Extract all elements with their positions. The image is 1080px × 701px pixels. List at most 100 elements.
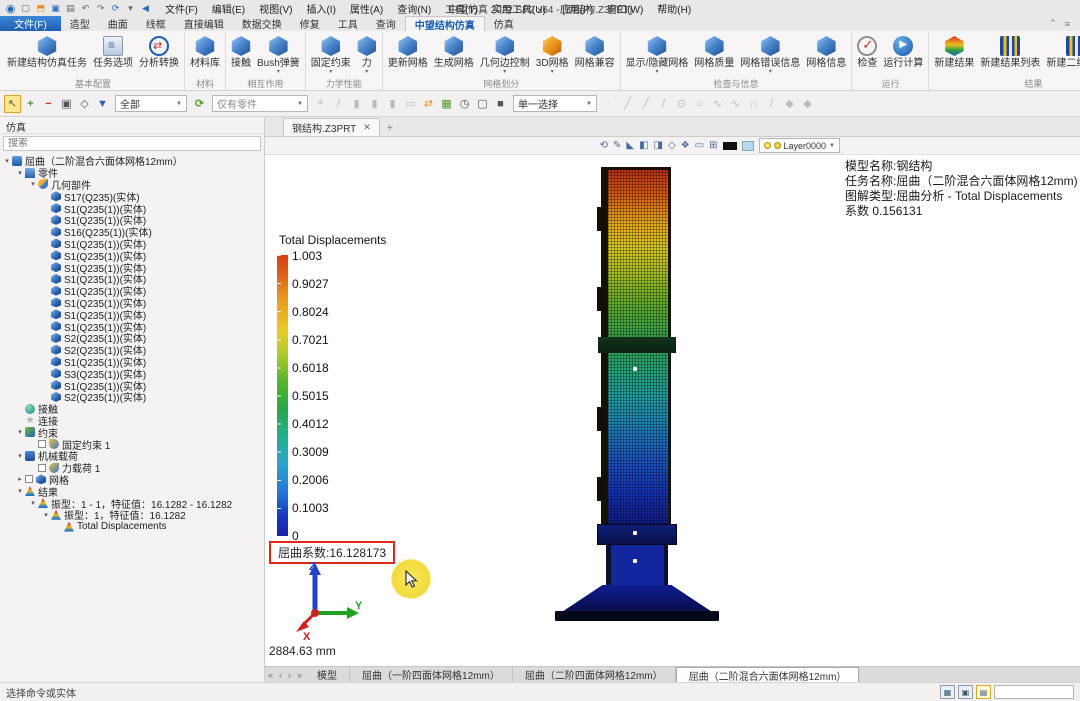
face-color-icon[interactable] bbox=[742, 141, 754, 151]
box-select-icon[interactable]: ▢ bbox=[474, 95, 491, 113]
sheet-filter-icon[interactable]: ▭ bbox=[402, 95, 419, 113]
new-doc-icon[interactable]: ▢ bbox=[19, 2, 32, 15]
expander-open-icon[interactable]: ▾ bbox=[15, 487, 25, 495]
expander-open-icon[interactable]: ▾ bbox=[15, 452, 25, 460]
ribbon-tab[interactable]: 工具 bbox=[329, 16, 367, 31]
ribbon-check-button[interactable]: 检查 bbox=[854, 33, 880, 69]
model-tab[interactable]: 屈曲（二阶混合六面体网格12mm） bbox=[676, 667, 860, 682]
document-tab[interactable]: 钢结构.Z3PRT ✕ bbox=[283, 118, 380, 136]
image-export-icon[interactable]: ▦ bbox=[438, 95, 455, 113]
swap-folder-icon[interactable]: ⇄ bbox=[420, 95, 437, 113]
ribbon-generate-mesh-button[interactable]: 生成网格 bbox=[431, 33, 477, 75]
model-tab[interactable]: 屈曲（一阶四面体网格12mm） bbox=[350, 667, 513, 682]
curve-snap-icon[interactable]: ∿ bbox=[727, 95, 744, 113]
ribbon-tab[interactable]: 查询 bbox=[367, 16, 405, 31]
shaded-view-icon[interactable]: ◧ bbox=[639, 140, 648, 151]
circle-snap-icon[interactable]: ○ bbox=[691, 95, 708, 113]
expander-open-icon[interactable]: ▾ bbox=[15, 428, 25, 436]
ribbon-tab[interactable]: 线框 bbox=[137, 16, 175, 31]
isometric-view-icon[interactable]: ◇ bbox=[668, 140, 676, 151]
tree-item[interactable]: Total Displacements bbox=[0, 521, 264, 533]
window-zoom-icon[interactable]: ▭ bbox=[695, 140, 704, 151]
pick-box-icon[interactable]: ▣ bbox=[58, 95, 75, 113]
ribbon-mesh-error-button[interactable]: 网格错误信息▾ bbox=[737, 33, 803, 75]
checkbox[interactable] bbox=[25, 475, 33, 483]
align-view-icon[interactable]: ◣ bbox=[626, 140, 634, 151]
layout-icon[interactable]: ⊞ bbox=[709, 140, 717, 151]
part-filter-dropdown[interactable]: 仅有零件▼ bbox=[212, 95, 308, 112]
tree-search-box[interactable] bbox=[3, 136, 261, 151]
add-select-icon[interactable]: + bbox=[22, 95, 39, 113]
tree-item[interactable]: 力载荷 1 bbox=[0, 462, 264, 474]
spline-snap-icon[interactable]: ∿ bbox=[709, 95, 726, 113]
tree-item[interactable]: ▸网格 bbox=[0, 474, 264, 486]
face-snap-icon[interactable]: ◆ bbox=[781, 95, 798, 113]
graphics-canvas[interactable]: 模型名称:钢结构任务名称:屈曲（二阶混合六面体网格12mm)图解类型:屈曲分析 … bbox=[265, 155, 1080, 666]
shell-filter-icon[interactable]: ▮ bbox=[366, 95, 383, 113]
redo-icon[interactable]: ↷ bbox=[94, 2, 107, 15]
ribbon-new-result-button[interactable]: 新建结果 bbox=[931, 33, 977, 69]
ribbon-mesh-info-button[interactable]: 网格信息 bbox=[803, 33, 849, 75]
menu-item[interactable]: 文件(F) bbox=[158, 1, 205, 16]
search-input[interactable] bbox=[8, 138, 256, 149]
ribbon-mesh-quality-button[interactable]: 网格质量 bbox=[691, 33, 737, 75]
refresh-filter-icon[interactable]: ⟳ bbox=[191, 95, 208, 113]
fea-model[interactable] bbox=[597, 167, 677, 623]
appearance-icon[interactable]: ❖ bbox=[681, 140, 690, 151]
table-view-icon[interactable]: ▦ bbox=[940, 685, 955, 699]
ribbon-material-lib-button[interactable]: 材料库 bbox=[187, 33, 223, 69]
ribbon-tab[interactable]: 数据交换 bbox=[233, 16, 291, 31]
visual-style-icon[interactable]: ◨ bbox=[654, 140, 663, 151]
ribbon-new-result-list-button[interactable]: 新建结果列表 bbox=[977, 33, 1043, 69]
collapse-ribbon-icon[interactable]: ⌃ bbox=[1049, 18, 1057, 29]
display-settings-icon[interactable]: ▣ bbox=[958, 685, 973, 699]
scope-filter-dropdown[interactable]: 全部▼ bbox=[115, 95, 187, 112]
midpoint-snap-icon[interactable]: ╱ bbox=[637, 95, 654, 113]
ribbon-mesh-3d-button[interactable]: 3D网格▾ bbox=[533, 33, 572, 75]
dot-icon[interactable]: ■ bbox=[492, 95, 509, 113]
save-icon[interactable]: ▣ bbox=[49, 2, 62, 15]
ribbon-edge-control-button[interactable]: 几何边控制▾ bbox=[477, 33, 533, 75]
quick-access-dropdown-icon[interactable]: ▾ bbox=[124, 2, 137, 15]
expander-open-icon[interactable]: ▾ bbox=[41, 511, 51, 519]
layer-dropdown[interactable]: Layer0000 ▼ bbox=[759, 138, 841, 153]
axis-filter-icon[interactable]: / bbox=[330, 95, 347, 113]
checkbox[interactable] bbox=[38, 440, 46, 448]
center-snap-icon[interactable]: ⊙ bbox=[673, 95, 690, 113]
next-tab-icon[interactable]: › bbox=[285, 667, 294, 682]
select-arrow-icon[interactable]: ↖ bbox=[4, 95, 21, 113]
beam-filter-icon[interactable]: ▮ bbox=[348, 95, 365, 113]
back-icon[interactable]: ◀ bbox=[139, 2, 152, 15]
menu-item[interactable]: 查询(N) bbox=[390, 1, 438, 16]
face2-snap-icon[interactable]: ◆ bbox=[799, 95, 816, 113]
sketch-icon[interactable]: ✎ bbox=[613, 140, 621, 151]
ribbon-new-2d-plot-button[interactable]: 新建二维绘图 bbox=[1043, 33, 1080, 69]
ribbon-show-hide-mesh-button[interactable]: 显示/隐藏网格▾ bbox=[623, 33, 692, 75]
open-file-icon[interactable]: ⬒ bbox=[34, 2, 47, 15]
close-tab-icon[interactable]: ✕ bbox=[363, 122, 371, 133]
background-color-icon[interactable] bbox=[723, 142, 737, 150]
new-tab-button[interactable]: + bbox=[380, 120, 400, 136]
menu-item[interactable]: 插入(I) bbox=[299, 1, 342, 16]
menu-item[interactable]: 属性(A) bbox=[343, 1, 390, 16]
ribbon-mesh-compat-button[interactable]: 网格兼容 bbox=[572, 33, 618, 75]
undo-icon[interactable]: ↶ bbox=[79, 2, 92, 15]
ribbon-task-options-button[interactable]: 任务选项 bbox=[90, 33, 136, 69]
filter-icon[interactable]: ▼ bbox=[94, 95, 111, 113]
ribbon-new-task-button[interactable]: 新建结构仿真任务 bbox=[4, 33, 90, 69]
line-snap-icon[interactable]: / bbox=[655, 95, 672, 113]
ribbon-options-icon[interactable]: ≡ bbox=[1065, 19, 1070, 29]
print-icon[interactable]: ▤ bbox=[64, 2, 77, 15]
tree-item[interactable]: ▾振型：1，特征值：16.1282 bbox=[0, 509, 264, 521]
status-input-field[interactable] bbox=[994, 685, 1074, 699]
selection-mode-dropdown[interactable]: 单一选择▼ bbox=[513, 95, 597, 112]
ribbon-tab[interactable]: 直接编辑 bbox=[175, 16, 233, 31]
ribbon-tab[interactable]: 曲面 bbox=[99, 16, 137, 31]
tree-item[interactable]: ▾零件 bbox=[0, 167, 264, 179]
last-tab-icon[interactable]: » bbox=[294, 667, 305, 682]
file-menu-button[interactable]: 文件(F) bbox=[0, 16, 61, 31]
ribbon-fixed-constraint-button[interactable]: 固定约束▾ bbox=[308, 33, 354, 75]
datum-filter-icon[interactable]: ⌖ bbox=[312, 95, 329, 113]
regen-icon[interactable]: ⟳ bbox=[109, 2, 122, 15]
ribbon-bush-spring-button[interactable]: Bush弹簧▾ bbox=[254, 33, 303, 75]
